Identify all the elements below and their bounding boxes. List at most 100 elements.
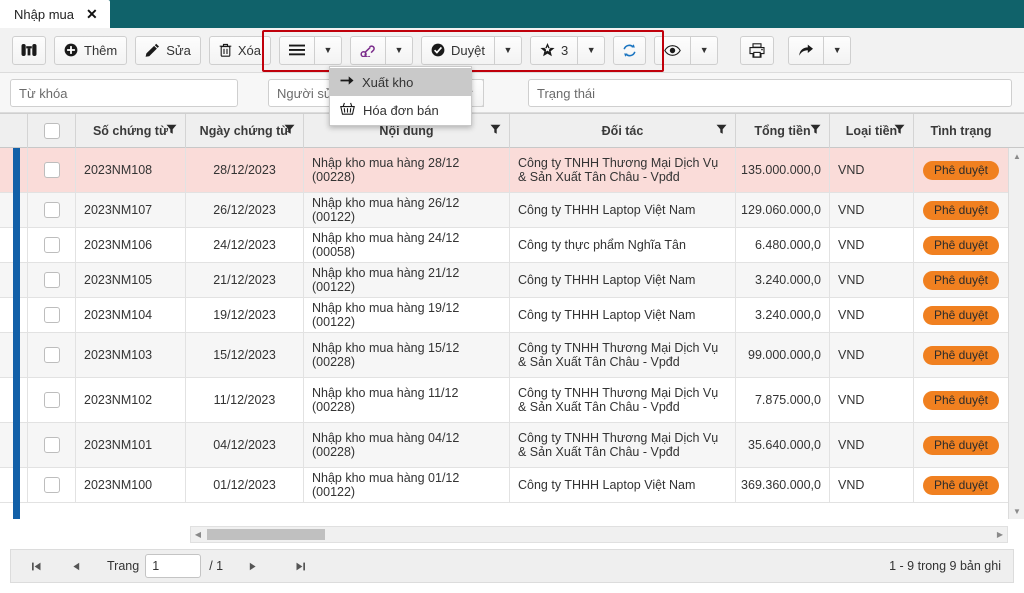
table-row[interactable]: 2023NM103 15/12/2023 Nhập kho mua hàng 15/… [0,333,1024,378]
menu-item-hoa-don-ban[interactable]: Hóa đơn bán [330,96,471,124]
search-button[interactable] [12,35,46,65]
header-tong-tien[interactable]: Tổng tiền [736,114,830,148]
table-row[interactable]: 2023NM108 28/12/2023 Nhập kho mua hàng 28/… [0,148,1024,193]
next-page-button[interactable] [239,554,265,578]
link-menu-caret[interactable]: ▼ [385,35,413,65]
edit-button[interactable]: Sửa [135,35,201,65]
row-checkbox[interactable] [43,347,60,363]
header-select-all[interactable] [28,114,76,148]
cell-tong-tien: 369.360.000,0 [736,468,830,502]
row-checkbox[interactable] [43,307,60,323]
cell-doi-tac: Công ty THHH Laptop Việt Nam [510,468,736,502]
filter-icon[interactable] [810,124,821,138]
scroll-down-icon[interactable]: ▼ [1009,503,1024,519]
header-label: Tổng tiền [754,124,811,138]
row-checkbox-cell[interactable] [28,423,76,467]
favorite-button[interactable]: 3 [529,35,579,65]
add-button[interactable]: Thêm [54,35,128,65]
row-checkbox[interactable] [43,437,60,453]
hamburger-menu-caret[interactable]: ▼ [314,35,342,65]
row-checkbox[interactable] [43,237,60,253]
row-checkbox-cell[interactable] [28,298,76,332]
header-loai-tien[interactable]: Loại tiền [830,114,914,148]
cell-tong-tien: 3.240.000,0 [736,263,830,297]
favorite-menu-caret[interactable]: ▼ [578,35,606,65]
link-split-button[interactable]: ▼ [349,35,413,65]
cell-ngay-chung-tu: 26/12/2023 [186,193,304,227]
grid-vertical-scrollbar[interactable]: ▲ ▼ [1008,148,1024,519]
row-checkbox-cell[interactable] [28,378,76,422]
table-row[interactable]: 2023NM102 11/12/2023 Nhập kho mua hàng 11/… [0,378,1024,423]
status-filter-input[interactable] [528,79,1012,107]
approve-button[interactable]: Duyệt [420,35,495,65]
hscroll-thumb[interactable] [207,529,325,540]
refresh-button[interactable] [613,35,647,65]
share-menu-caret[interactable]: ▼ [824,35,852,65]
first-page-button[interactable] [23,554,49,578]
row-checkbox-cell[interactable] [28,228,76,262]
row-checkbox-cell[interactable] [28,468,76,502]
share-button[interactable] [788,35,825,65]
table-row[interactable]: 2023NM105 21/12/2023 Nhập kho mua hàng 21/… [0,263,1024,298]
filter-icon[interactable] [166,124,177,138]
filter-icon[interactable] [894,124,905,138]
header-tinh-trang[interactable]: Tình trạng [914,114,1008,148]
cell-text: Nhập kho mua hàng 21/12 (00122) [312,266,460,294]
approve-menu-caret[interactable]: ▼ [494,35,522,65]
view-button[interactable] [654,35,692,65]
cell-loai-tien: VND [830,228,914,262]
page-number-input[interactable] [145,554,202,578]
scroll-left-icon[interactable]: ◀ [191,527,205,542]
row-checkbox[interactable] [43,392,60,408]
approve-split-button[interactable]: Duyệt ▼ [420,35,522,65]
table-row[interactable]: 2023NM101 04/12/2023 Nhập kho mua hàng 04/… [0,423,1024,468]
hamburger-menu-button[interactable] [278,35,315,65]
select-all-checkbox[interactable] [43,123,60,139]
row-checkbox[interactable] [43,477,60,493]
table-row[interactable]: 2023NM104 19/12/2023 Nhập kho mua hàng 19/… [0,298,1024,333]
row-checkbox-cell[interactable] [28,148,76,192]
scroll-up-icon[interactable]: ▲ [1009,148,1024,164]
cell-so-chung-tu: 2023NM106 [76,228,186,262]
grid-horizontal-scrollbar[interactable]: ◀ ▶ [190,526,1008,543]
cell-text: 129.060.000,0 [741,203,821,217]
table-row[interactable]: 2023NM106 24/12/2023 Nhập kho mua hàng 24/… [0,228,1024,263]
cell-text: 2023NM101 [84,438,153,452]
link-button[interactable] [349,35,386,65]
cell-text: 2023NM102 [84,393,153,407]
table-row[interactable]: 2023NM107 26/12/2023 Nhập kho mua hàng 26/… [0,193,1024,228]
view-split-button[interactable]: ▼ [654,35,719,65]
header-so-chung-tu[interactable]: Số chứng từ [76,114,186,148]
cell-tong-tien: 3.240.000,0 [736,298,830,332]
prev-page-button[interactable] [63,554,89,578]
row-checkbox[interactable] [43,162,60,178]
cell-text: 2023NM108 [84,163,153,177]
link-icon [360,43,376,57]
favorite-split-button[interactable]: 3 ▼ [529,35,606,65]
header-ngay-chung-tu[interactable]: Ngày chứng từ [186,114,304,148]
print-button[interactable] [740,35,775,65]
search-input[interactable] [10,79,238,107]
view-menu-caret[interactable]: ▼ [691,35,719,65]
delete-button[interactable]: Xóa [208,35,271,65]
menu-item-xuat-kho[interactable]: Xuất kho [330,68,471,96]
filter-icon[interactable] [284,124,295,138]
close-icon[interactable]: ✕ [86,7,98,21]
row-checkbox-cell[interactable] [28,263,76,297]
hamburger-icon [288,44,305,56]
menu-split-button[interactable]: ▼ [278,35,342,65]
header-doi-tac[interactable]: Đối tác [510,114,736,148]
filter-icon[interactable] [490,124,501,138]
filter-icon[interactable] [716,124,727,138]
share-split-button[interactable]: ▼ [788,35,852,65]
last-page-button[interactable] [287,554,313,578]
cell-tinh-trang: Phê duyệt [914,228,1008,262]
scroll-right-icon[interactable]: ▶ [993,527,1007,542]
cell-loai-tien: VND [830,378,914,422]
tab-nhap-mua[interactable]: Nhập mua ✕ [0,0,110,28]
row-checkbox-cell[interactable] [28,193,76,227]
row-checkbox-cell[interactable] [28,333,76,377]
row-checkbox[interactable] [43,272,60,288]
row-checkbox[interactable] [43,202,60,218]
table-row[interactable]: 2023NM100 01/12/2023 Nhập kho mua hàng 01/… [0,468,1024,503]
